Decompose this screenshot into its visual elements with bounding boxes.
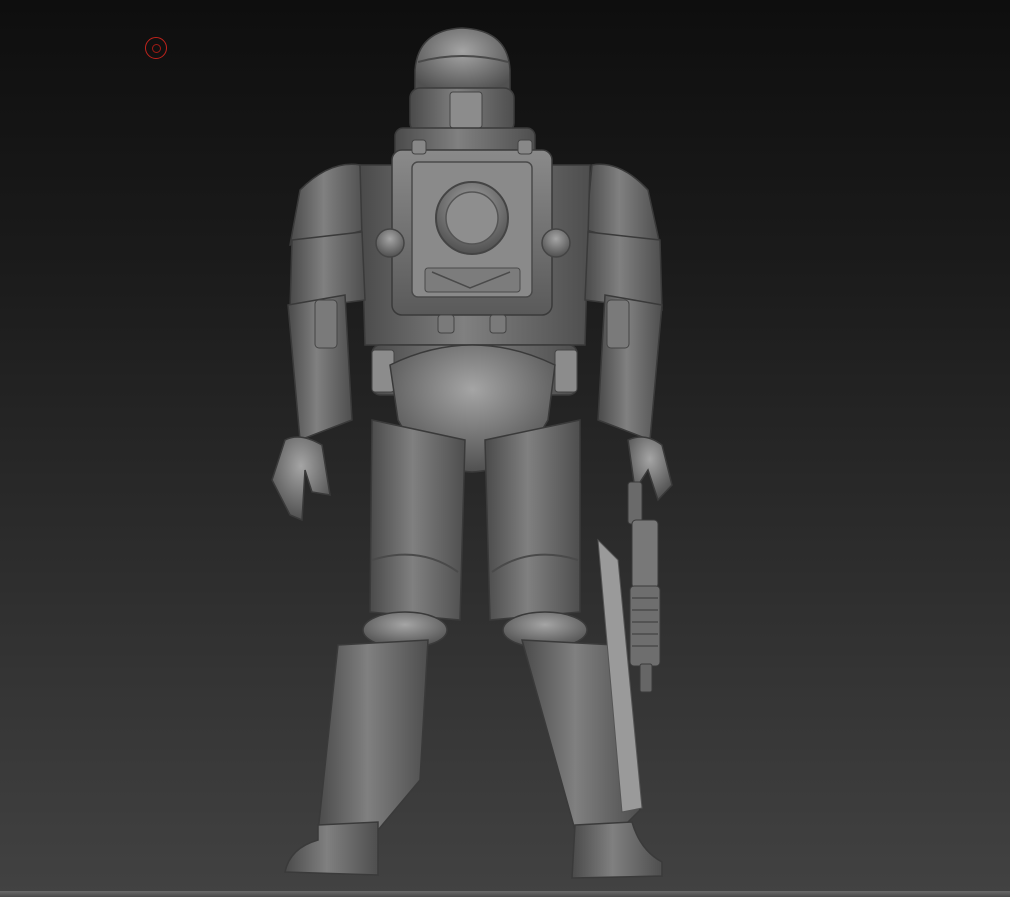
armored-soldier-model[interactable] — [0, 0, 1010, 897]
left-hand — [271, 436, 331, 522]
backpack — [375, 139, 571, 334]
blaster — [627, 481, 661, 693]
sculpt-viewport[interactable] — [0, 0, 1010, 897]
helmet — [409, 27, 515, 134]
viewport-bottom-border — [0, 891, 1010, 897]
left-thigh — [369, 419, 466, 621]
right-thigh — [484, 419, 581, 621]
right-boot — [571, 821, 663, 879]
left-shin — [317, 639, 429, 833]
left-boot — [284, 821, 379, 876]
